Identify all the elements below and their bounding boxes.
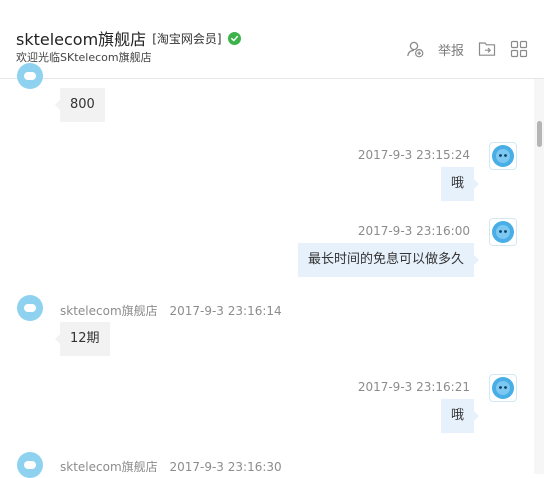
message-timestamp: 2017-9-3 23:16:00 [357,224,470,238]
grid-icon[interactable] [510,38,528,60]
incoming-message-bubble[interactable]: 800 [55,88,105,122]
header-actions: 举报 [392,38,528,60]
user-avatar[interactable] [489,218,517,246]
outgoing-message-bubble[interactable]: 哦 [440,399,480,433]
scrollbar-thumb[interactable] [537,121,542,147]
user-avatar-icon [492,145,514,167]
sender-name: sktelecom旗舰店 [60,304,158,318]
sender-name: sktelecom旗舰店 [60,460,158,474]
add-contact-icon[interactable] [406,38,424,60]
user-avatar-icon [492,221,514,243]
title-row: sktelecom旗舰店 [淘宝网会员] [16,26,241,50]
report-button[interactable]: 举报 [438,38,464,60]
user-avatar[interactable] [489,142,517,170]
user-avatar[interactable] [489,374,517,402]
chat-header: sktelecom旗舰店 [淘宝网会员] 欢迎光临SKtelecom旗舰店 举报 [0,0,544,78]
outgoing-message-bubble[interactable]: 最长时间的免息可以做多久 [297,243,480,277]
shop-avatar[interactable] [17,63,43,89]
member-badge: [淘宝网会员] [152,31,222,46]
shop-subtitle: 欢迎光临SKtelecom旗舰店 [16,51,152,64]
shop-avatar[interactable] [17,452,43,478]
user-avatar-icon [492,377,514,399]
message-timestamp: 2017-9-3 23:16:14 [169,304,282,318]
message-sender-time: sktelecom旗舰店 2017-9-3 23:16:30 [60,458,282,475]
incoming-message-bubble[interactable]: 12期 [55,322,110,356]
message-timestamp: 2017-9-3 23:16:30 [169,460,282,474]
message-timestamp: 2017-9-3 23:15:24 [357,148,470,162]
message-timestamp: 2017-9-3 23:16:21 [357,380,470,394]
shop-name[interactable]: sktelecom旗舰店 [16,26,146,50]
shop-avatar[interactable] [17,295,43,321]
verified-icon [227,31,241,45]
message-sender-time: sktelecom旗舰店 2017-9-3 23:16:14 [60,302,282,319]
outgoing-message-bubble[interactable]: 哦 [440,167,480,201]
forward-icon[interactable] [478,38,496,60]
